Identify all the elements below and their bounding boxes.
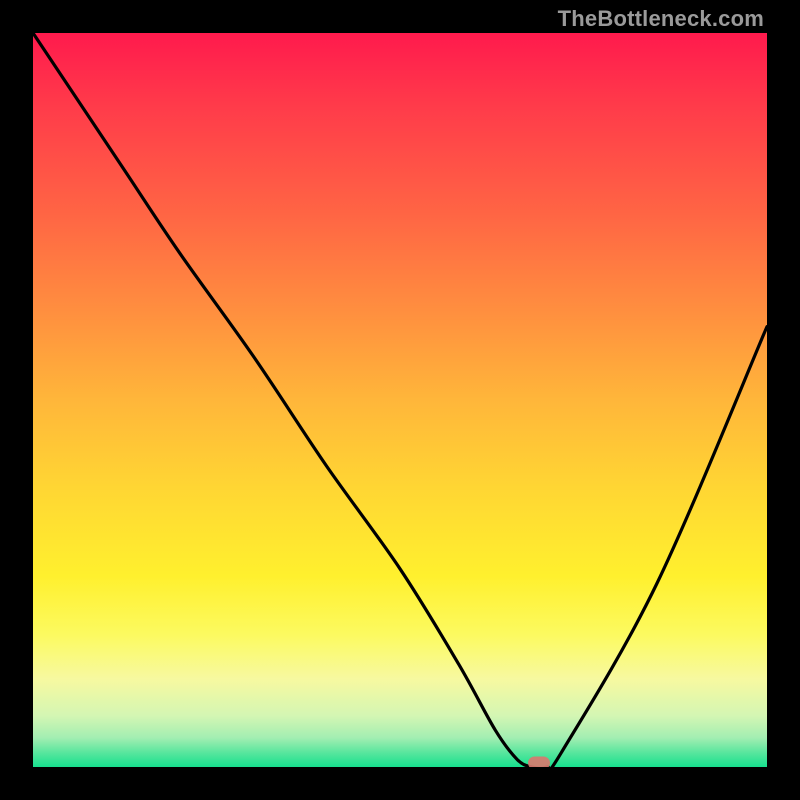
chart-frame: TheBottleneck.com [0, 0, 800, 800]
plot-area [33, 33, 767, 767]
watermark-label: TheBottleneck.com [558, 6, 764, 32]
optimal-point-marker [528, 757, 550, 768]
bottleneck-curve [33, 33, 767, 767]
